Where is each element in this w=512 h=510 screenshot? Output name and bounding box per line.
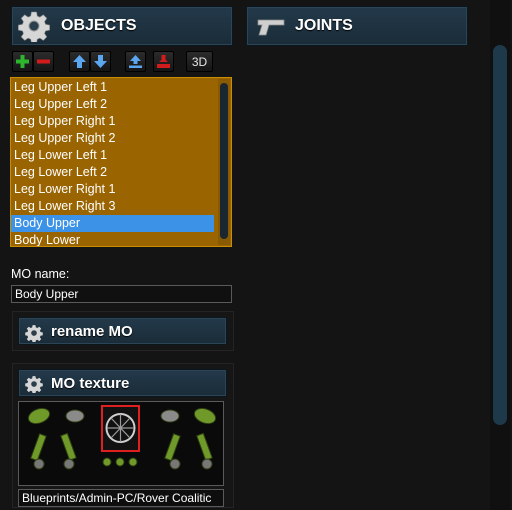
list-item[interactable]: Leg Upper Left 2 [11,96,214,113]
mo-name-field[interactable]: Body Upper [11,285,232,303]
main-scrollbar-thumb[interactable] [493,45,507,425]
objects-panel-title: OBJECTS [61,17,137,34]
mo-texture-header[interactable]: MO texture [18,369,227,397]
rename-mo-header[interactable]: rename MO [18,317,227,345]
list-item[interactable]: Leg Lower Left 2 [11,164,214,181]
mo-name-label: MO name: [11,267,70,281]
arrow-up-icon [73,55,86,68]
list-scroll-track[interactable] [218,79,230,245]
export-icon [129,55,142,68]
list-item[interactable]: Body Lower [11,232,214,246]
texture-path-field[interactable]: Blueprints/Admin-PC/Rover Coalitic [18,489,224,507]
list-scrollbar-thumb[interactable] [220,83,228,239]
rename-mo-title: rename MO [51,322,133,340]
list-item[interactable]: Leg Lower Right 1 [11,181,214,198]
arrow-down-icon [94,55,107,68]
plus-icon [16,55,29,68]
objects-panel-header: OBJECTS [11,6,233,46]
export-button[interactable] [125,51,146,72]
list-item[interactable]: Leg Upper Left 1 [11,79,214,96]
joints-panel-title: JOINTS [295,17,353,34]
list-item-selected[interactable]: Body Upper [11,215,214,232]
joints-panel-header: JOINTS [246,6,468,46]
list-item[interactable]: Leg Lower Right 3 [11,198,214,215]
objects-list[interactable]: Leg Upper Left 1 Leg Upper Left 2 Leg Up… [10,77,232,247]
list-item[interactable]: Leg Upper Right 2 [11,130,214,147]
gear-icon [18,11,50,42]
remove-button[interactable] [33,51,54,72]
texture-atlas-image [27,405,217,470]
list-item[interactable]: Leg Upper Right 1 [11,113,214,130]
mo-texture-title: MO texture [51,374,130,392]
move-down-button[interactable] [90,51,111,72]
joint-gun-icon [257,19,285,36]
add-button[interactable] [12,51,33,72]
import-button[interactable] [153,51,174,72]
move-up-button[interactable] [69,51,90,72]
import-icon [157,55,170,68]
minus-icon [37,59,50,64]
list-item[interactable]: Leg Lower Left 1 [11,147,214,164]
texture-preview[interactable] [18,401,224,486]
gear-icon [25,325,43,342]
view-3d-button[interactable]: 3D [186,51,213,72]
gear-icon [25,376,43,393]
